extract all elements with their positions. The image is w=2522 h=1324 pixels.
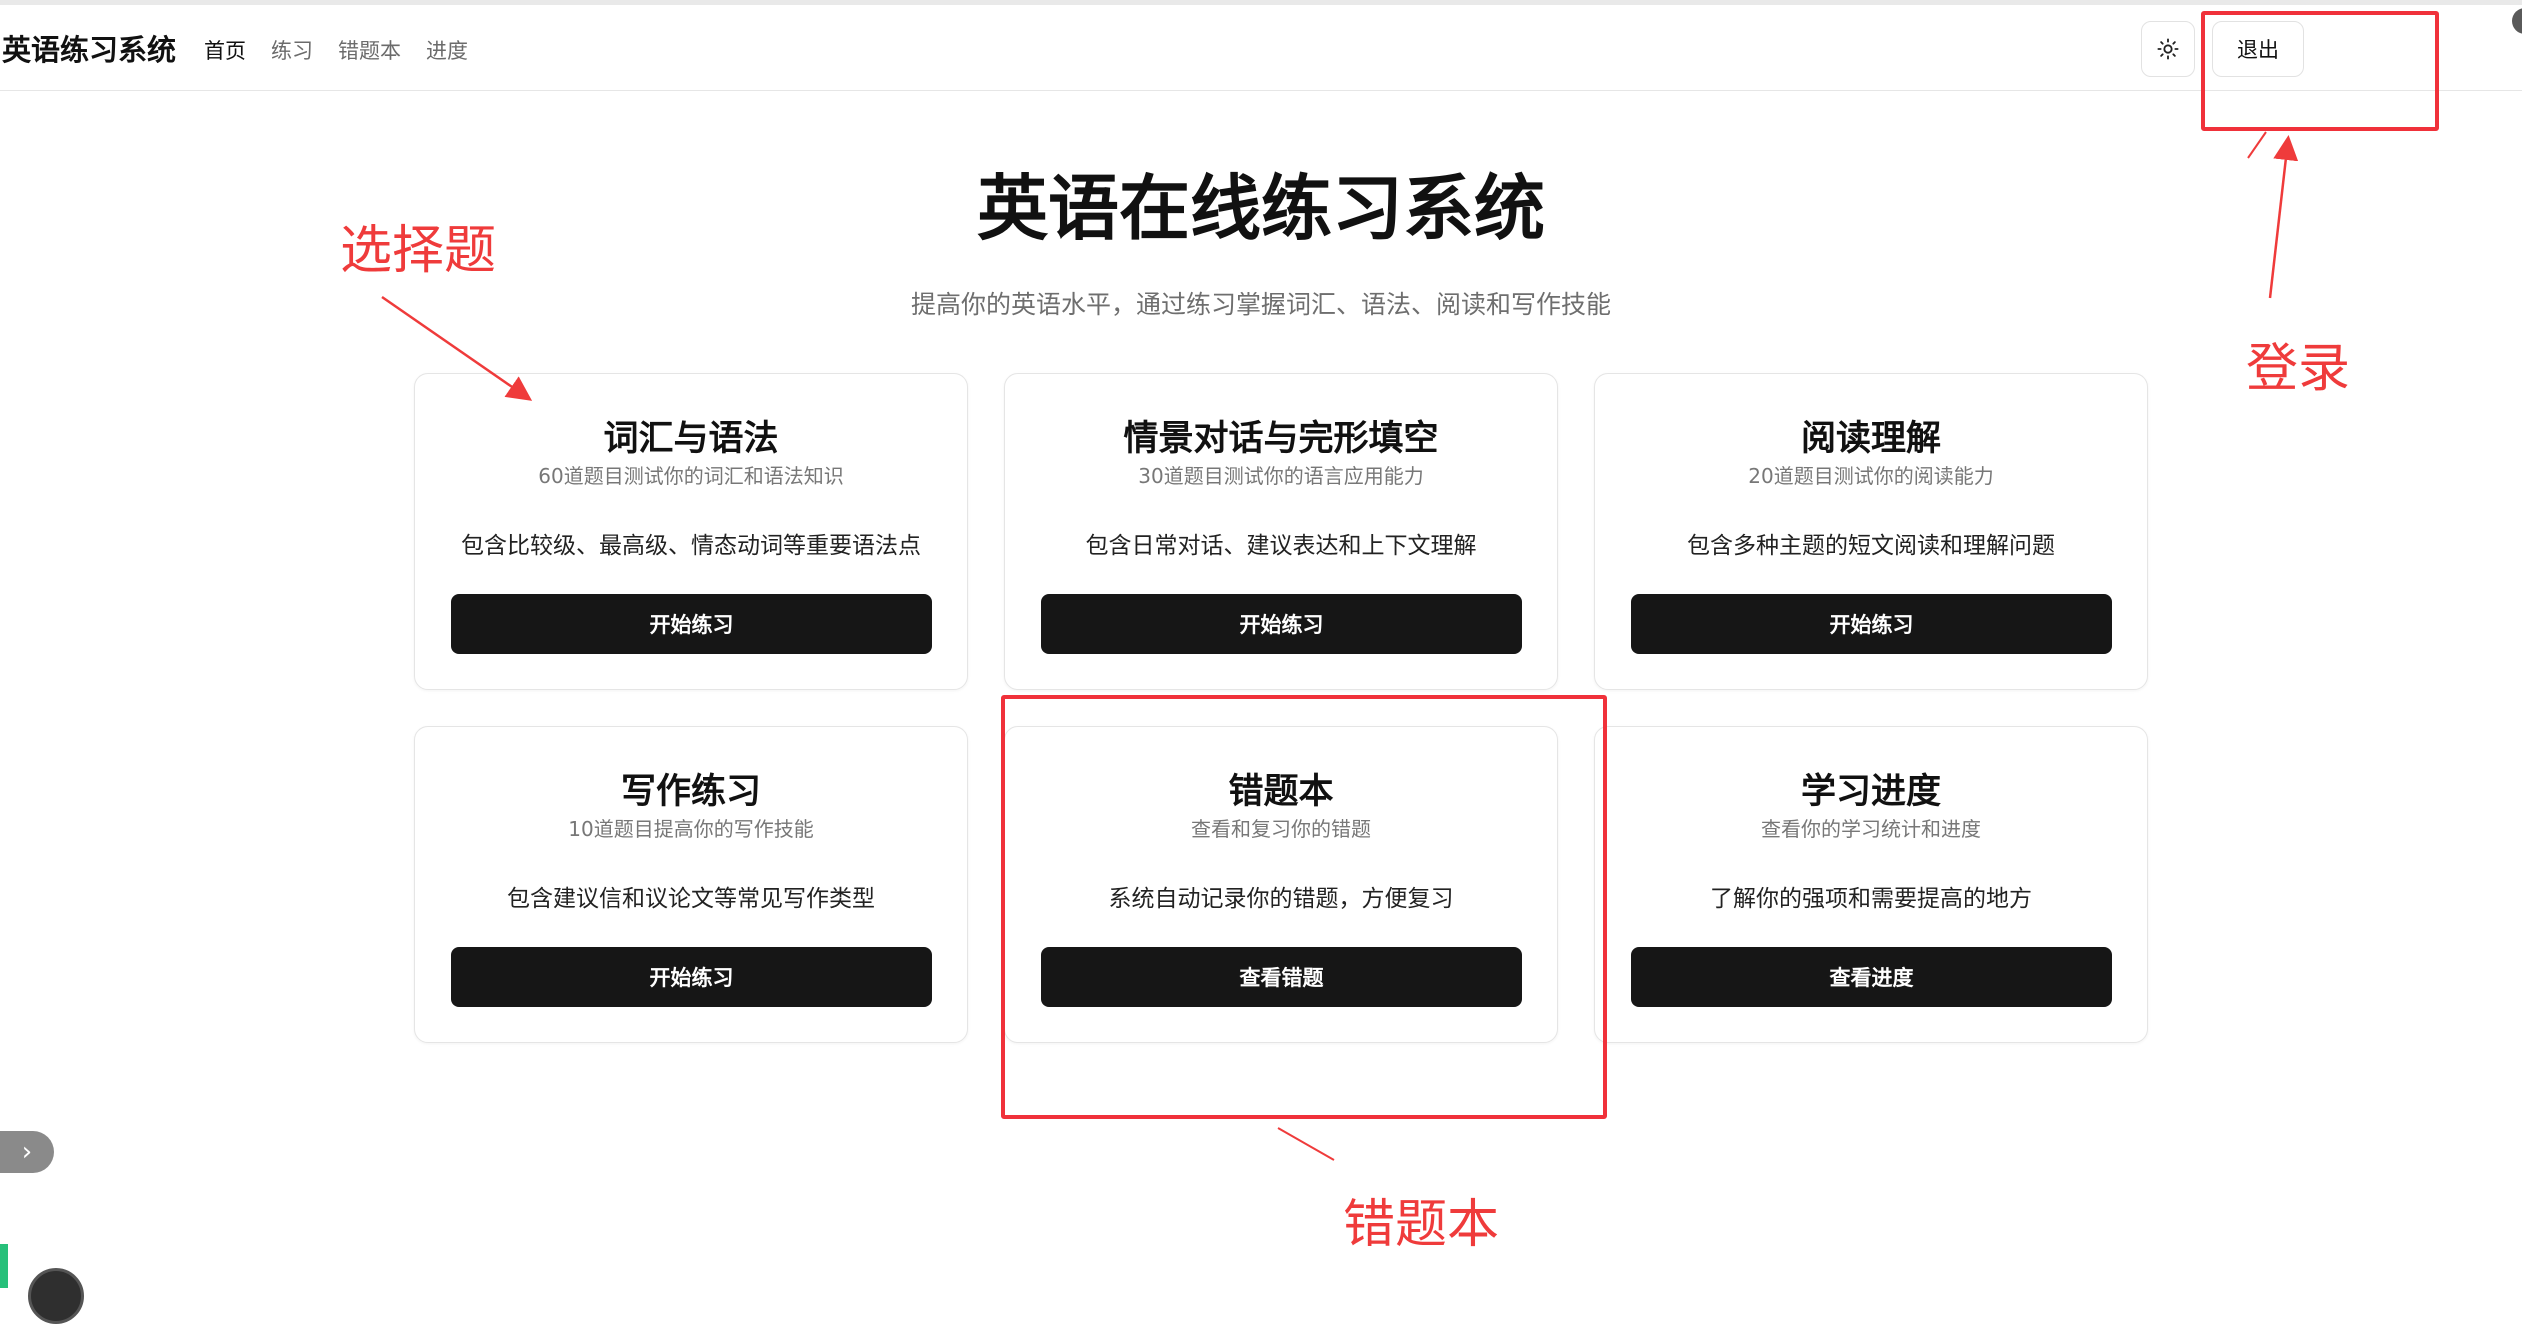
status-strip [0,1244,8,1288]
sidebar-toggle[interactable]: › [0,1131,54,1173]
annotation-arrow-mistakes [1277,1127,1335,1161]
chevron-right-icon: › [21,1137,33,1167]
annotation-arrow-login-tail [2247,131,2267,159]
annotation-arrow-choice [381,295,533,401]
floating-action-button[interactable] [28,1268,84,1324]
annotation-arrow-login [2268,135,2299,299]
annotation-arrows [381,131,2299,1161]
